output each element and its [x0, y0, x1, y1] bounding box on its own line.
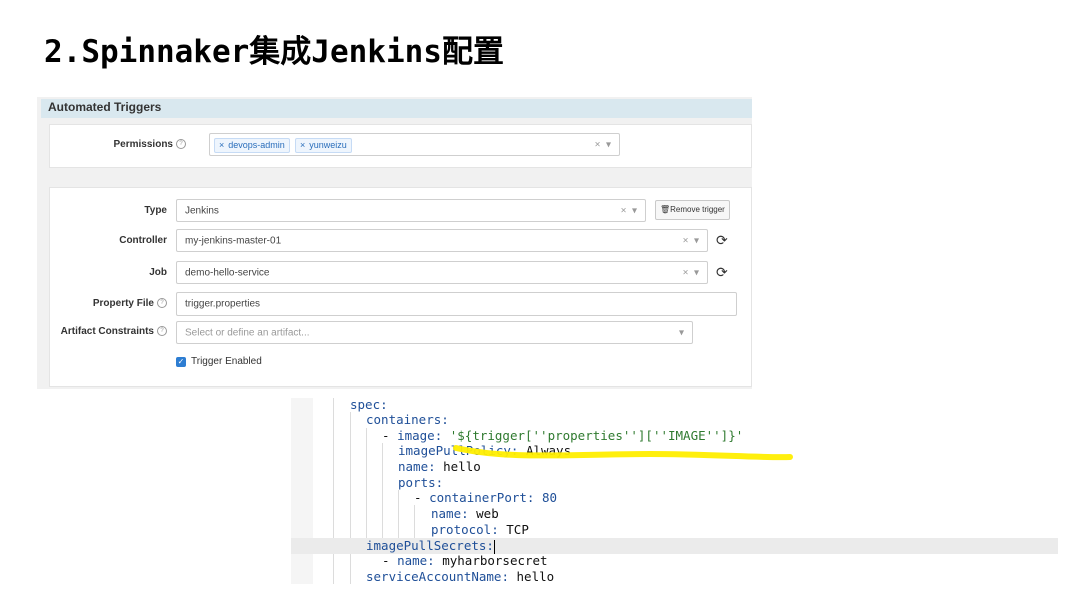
code-line: protocol: TCP	[431, 522, 529, 537]
text-cursor	[493, 539, 495, 554]
refresh-jobs-icon[interactable]: ⟳	[716, 264, 728, 281]
permissions-select[interactable]: × devops-admin × yunweizu × ▾	[209, 133, 620, 156]
controller-select[interactable]: my-jenkins-master-01 × ▾	[176, 229, 708, 252]
type-label: Type	[144, 205, 167, 216]
remove-trigger-button[interactable]: 🗑Remove trigger	[655, 200, 730, 220]
clear-and-dropdown-icon[interactable]: × ▾	[683, 235, 699, 246]
property-file-input[interactable]: trigger.properties	[176, 292, 737, 316]
editor-gutter	[291, 398, 313, 584]
permissions-label: Permissions?	[114, 139, 186, 150]
code-line: ports:	[398, 475, 444, 490]
panel-header-title: Automated Triggers	[48, 100, 162, 114]
help-icon: ?	[157, 298, 167, 309]
code-line: containers:	[366, 412, 449, 427]
clear-and-dropdown-icon[interactable]: × ▾	[621, 205, 637, 216]
code-line: name: hello	[398, 459, 481, 474]
remove-tag-icon[interactable]: ×	[300, 140, 305, 150]
indent-guide	[350, 412, 351, 584]
code-line[interactable]: imagePullSecrets:	[366, 538, 495, 554]
job-label: Job	[149, 267, 167, 278]
code-line: serviceAccountName: hello	[366, 569, 555, 584]
indent-guide	[398, 490, 399, 538]
help-icon: ?	[176, 139, 186, 150]
artifact-constraints-label: Artifact Constraints?	[61, 326, 167, 337]
indent-guide	[366, 428, 367, 538]
job-select[interactable]: demo-hello-service × ▾	[176, 261, 708, 284]
remove-tag-icon[interactable]: ×	[219, 140, 224, 150]
code-line: - name: myharborsecret	[382, 553, 548, 568]
yellow-highlight-mark	[453, 445, 793, 461]
indent-guide	[333, 398, 334, 584]
code-line: name: web	[431, 506, 499, 521]
trigger-enabled-label: Trigger Enabled	[191, 356, 262, 367]
indent-guide	[414, 505, 415, 538]
property-file-label: Property File?	[93, 298, 167, 309]
help-icon: ?	[157, 326, 167, 337]
clear-and-dropdown-icon[interactable]: × ▾	[683, 267, 699, 278]
type-select[interactable]: Jenkins × ▾	[176, 199, 646, 222]
controller-label: Controller	[119, 235, 167, 246]
clear-and-dropdown-icon[interactable]: × ▾	[595, 139, 611, 150]
chevron-down-icon[interactable]: ▾	[679, 327, 684, 338]
code-line: spec:	[350, 397, 388, 412]
permission-tag[interactable]: × yunweizu	[295, 138, 352, 153]
slide-title: 2.Spinnaker集成Jenkins配置	[44, 34, 504, 70]
permission-tag[interactable]: × devops-admin	[214, 138, 290, 153]
trigger-enabled-checkbox[interactable]: ✓	[176, 357, 186, 367]
artifact-constraints-select[interactable]: Select or define an artifact... ▾	[176, 321, 693, 344]
indent-guide	[382, 443, 383, 538]
refresh-controllers-icon[interactable]: ⟳	[716, 232, 728, 249]
trash-icon: 🗑	[660, 205, 671, 214]
code-line: - containerPort: 80	[414, 490, 558, 505]
